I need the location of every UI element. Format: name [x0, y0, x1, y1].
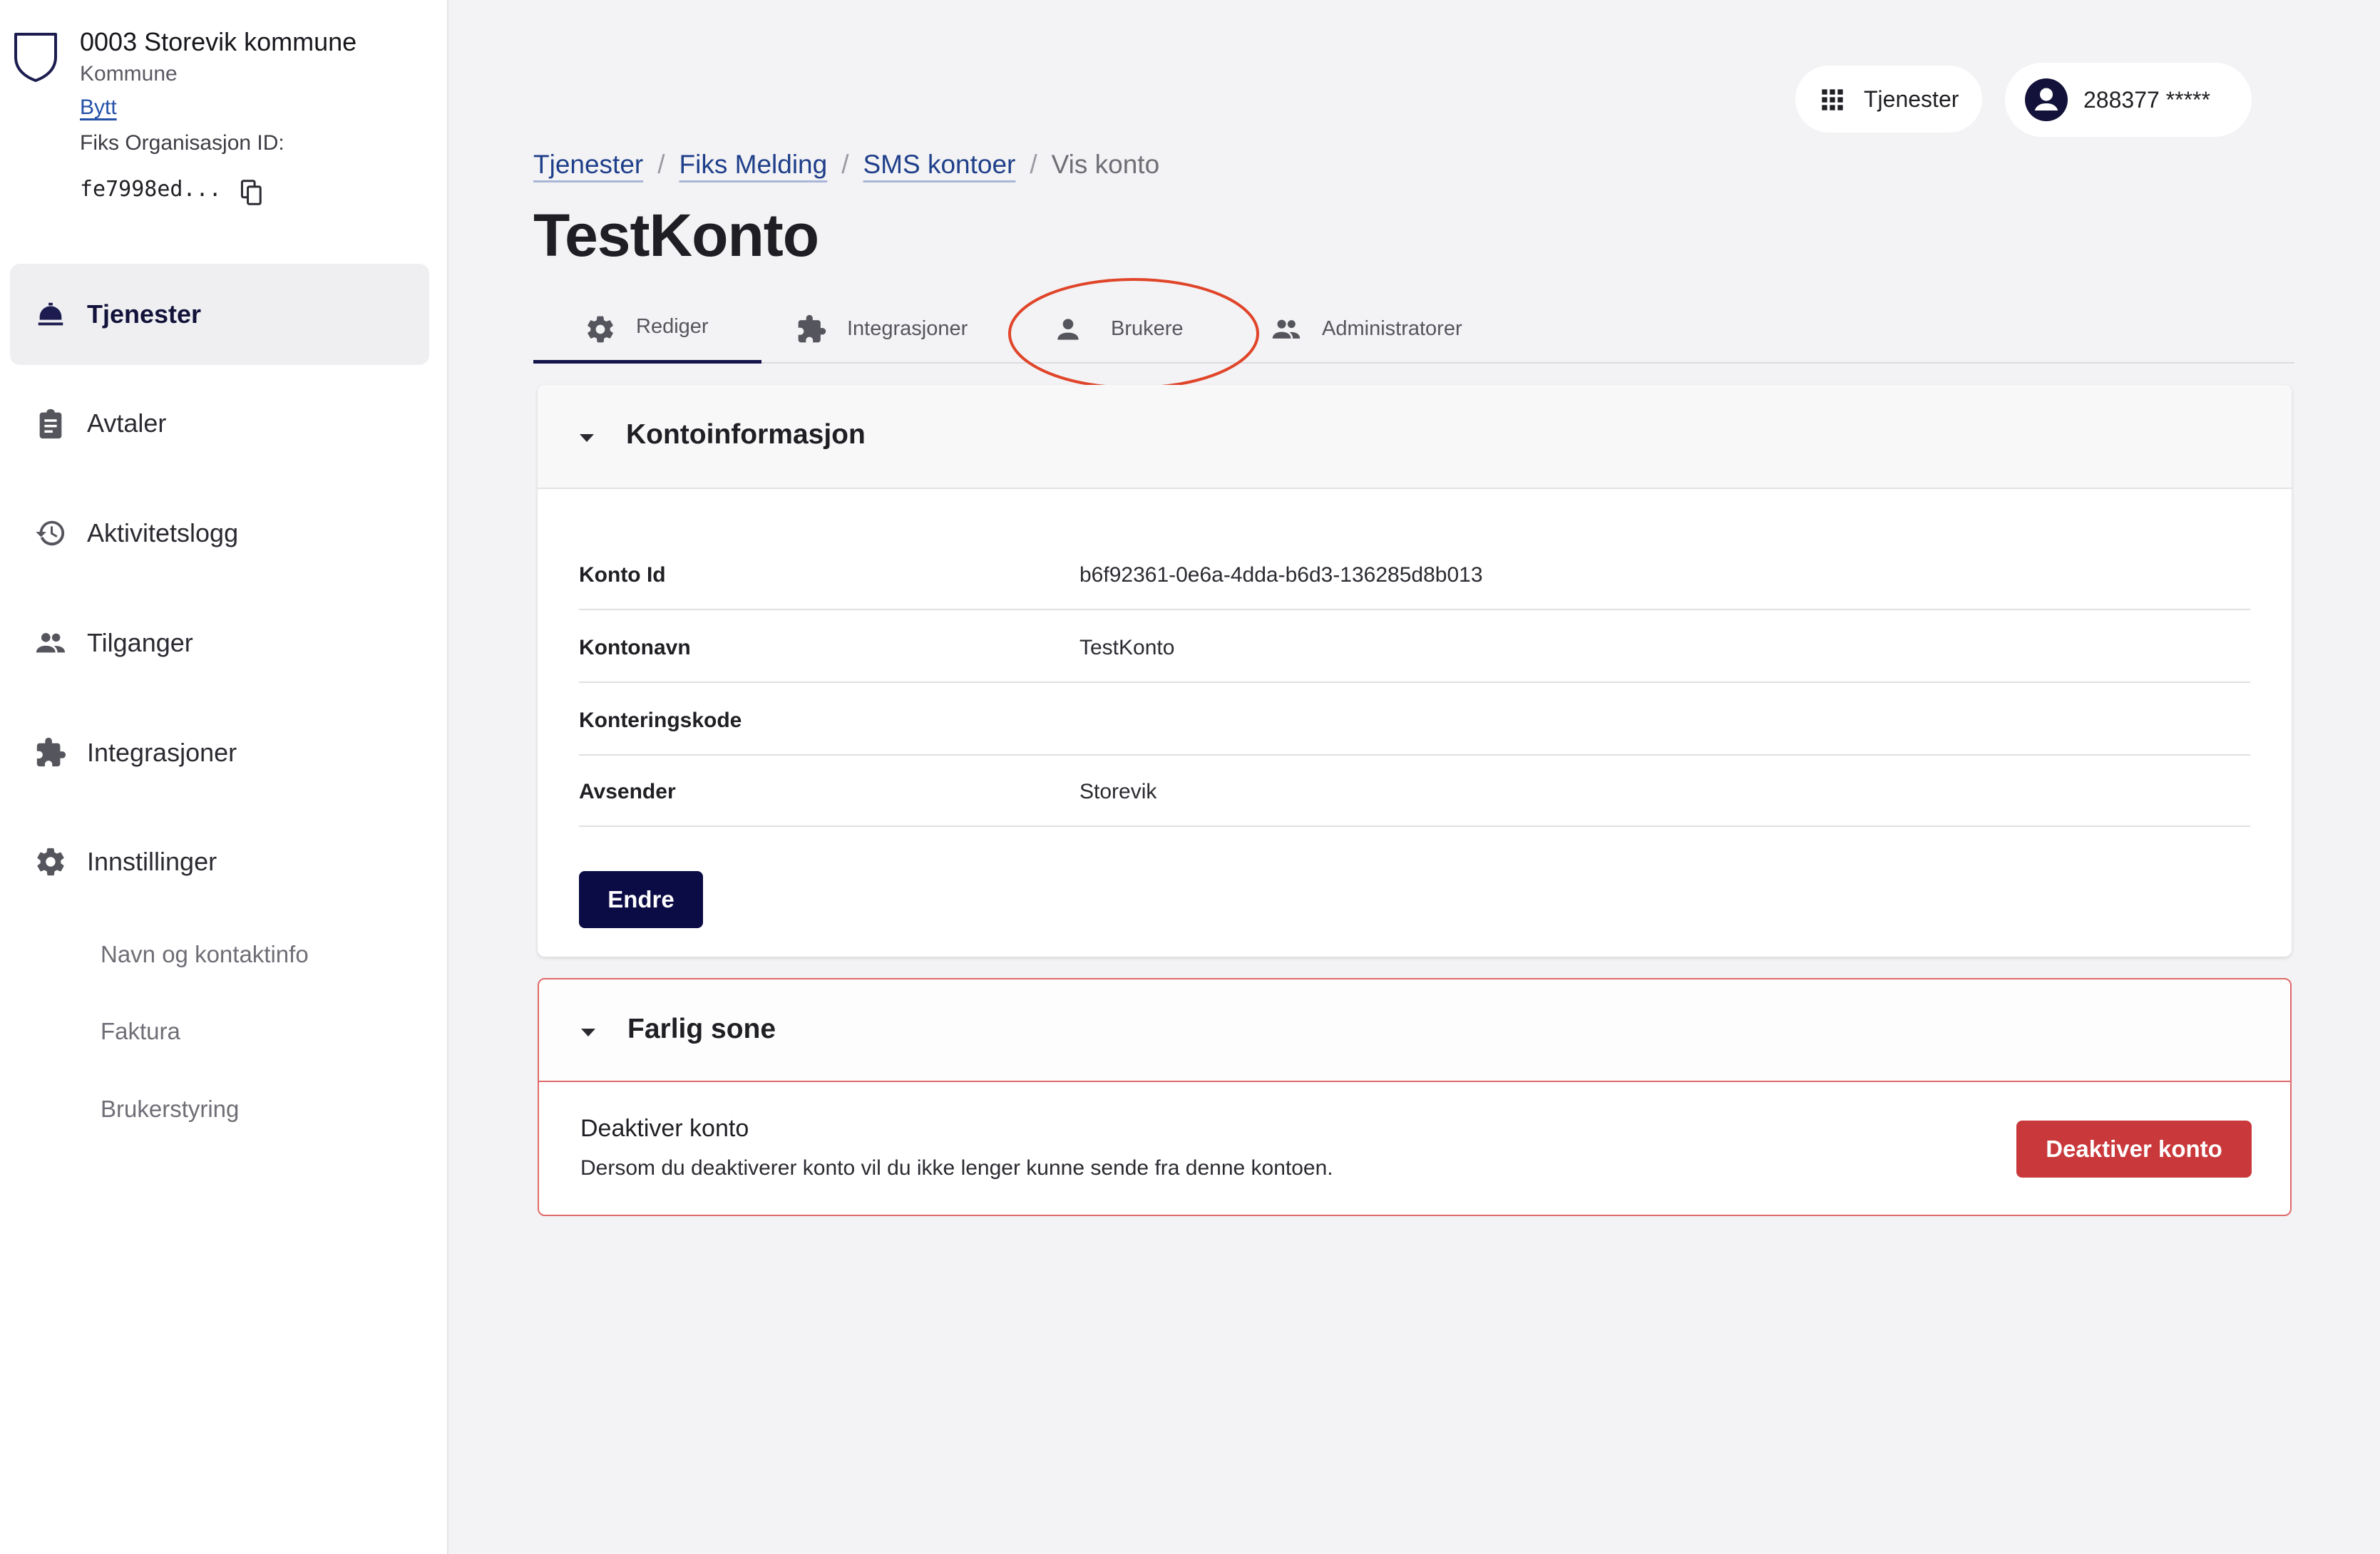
sidebar-item-label: Integrasjoner	[87, 738, 237, 767]
services-menu-button[interactable]: Tjenester	[1795, 66, 1982, 133]
service-bell-icon	[38, 302, 63, 326]
breadcrumb-separator: /	[841, 150, 849, 179]
sidebar-subitem-navn-og-kontaktinfo[interactable]: Navn og kontaktinfo	[101, 941, 309, 968]
switch-org-link[interactable]: Bytt	[80, 96, 117, 120]
sidebar-subitem-brukerstyring[interactable]: Brukerstyring	[101, 1096, 239, 1123]
tab-rediger[interactable]: Rediger	[533, 294, 761, 364]
deactivate-account-button[interactable]: Deaktiver konto	[2016, 1121, 2252, 1178]
deactivate-title: Deaktiver konto	[580, 1115, 749, 1142]
puzzle-icon	[798, 314, 826, 343]
tab-integrasjoner[interactable]: Integrasjoner	[776, 294, 1011, 364]
sidebar-item-label: Tjenester	[87, 299, 202, 329]
sidebar-item-integrasjoner[interactable]: Integrasjoner	[10, 702, 429, 803]
tab-bar: Rediger Integrasjoner Brukere Administra…	[533, 294, 2294, 364]
breadcrumb-link-fiks-melding[interactable]: Fiks Melding	[679, 150, 828, 180]
copy-icon[interactable]	[240, 179, 264, 206]
sidebar-item-avtaler[interactable]: Avtaler	[10, 373, 429, 474]
org-id-label: Fiks Organisasjon ID:	[80, 131, 284, 155]
person-icon	[1057, 319, 1079, 340]
tab-administratorer[interactable]: Administratorer	[1261, 294, 1517, 364]
avatar-icon	[2025, 78, 2068, 121]
info-key: Kontonavn	[579, 636, 691, 659]
breadcrumb-separator: /	[1030, 150, 1037, 179]
sidebar-item-label: Innstillinger	[87, 847, 217, 876]
sidebar: 0003 Storevik kommune Kommune Bytt Fiks …	[0, 0, 448, 1554]
breadcrumb-separator: /	[657, 150, 665, 179]
info-value: Storevik	[1079, 780, 1157, 803]
breadcrumb-link-tjenester[interactable]: Tjenester	[533, 150, 643, 180]
org-id-value: fe7998ed...	[80, 177, 222, 202]
info-key: Konto Id	[579, 563, 666, 587]
puzzle-icon	[36, 737, 66, 767]
sidebar-item-tjenester[interactable]: Tjenester	[10, 264, 429, 365]
info-key: Avsender	[579, 780, 676, 803]
user-menu-label: 288377 *****	[2083, 86, 2210, 113]
info-row-kontonavn: Kontonavn TestKonto	[579, 612, 2250, 683]
org-name: 0003 Storevik kommune	[80, 27, 357, 56]
info-value: TestKonto	[1079, 636, 1175, 659]
info-key: Konteringskode	[579, 709, 742, 732]
breadcrumb: Tjenester / Fiks Melding / SMS kontoer /…	[533, 150, 1159, 180]
tab-label: Brukere	[1111, 317, 1184, 340]
account-info-header[interactable]: Kontoinformasjon	[538, 385, 2292, 489]
breadcrumb-current: Vis konto	[1051, 150, 1160, 179]
people-icon	[36, 633, 66, 653]
tab-label: Rediger	[636, 315, 709, 338]
sidebar-item-label: Aktivitetslogg	[87, 518, 239, 547]
sidebar-item-tilganger[interactable]: Tilganger	[10, 592, 429, 694]
tab-brukere[interactable]: Brukere	[1032, 294, 1239, 364]
breadcrumb-link-sms-kontoer[interactable]: SMS kontoer	[863, 150, 1015, 180]
apps-grid-icon	[1822, 89, 1843, 110]
sidebar-item-innstillinger[interactable]: Innstillinger	[10, 811, 429, 912]
account-info-card: Kontoinformasjon Konto Id b6f92361-0e6a-…	[538, 385, 2292, 957]
people-icon	[1272, 319, 1301, 339]
user-menu-button[interactable]: 288377 *****	[2005, 63, 2252, 137]
deactivate-description: Dersom du deaktiverer konto vil du ikke …	[580, 1156, 1333, 1180]
account-info-title: Kontoinformasjon	[626, 419, 866, 450]
clipboard-icon	[39, 408, 62, 439]
info-row-avsender: Avsender Storevik	[579, 756, 2250, 827]
tab-label: Administratorer	[1322, 317, 1462, 340]
info-row-konteringskode: Konteringskode	[579, 684, 2250, 756]
danger-zone-header[interactable]: Farlig sone	[539, 979, 2290, 1082]
sidebar-item-label: Avtaler	[87, 408, 167, 438]
org-type: Kommune	[80, 62, 178, 86]
info-value: b6f92361-0e6a-4dda-b6d3-136285d8b013	[1079, 563, 1483, 587]
danger-zone-card: Farlig sone Deaktiver konto Dersom du de…	[538, 978, 2292, 1216]
history-icon	[36, 520, 65, 546]
sidebar-subitem-faktura[interactable]: Faktura	[101, 1018, 180, 1045]
caret-down-icon	[580, 434, 594, 442]
info-row-konto-id: Konto Id b6f92361-0e6a-4dda-b6d3-136285d…	[579, 539, 2250, 610]
services-menu-label: Tjenester	[1864, 86, 1959, 112]
gear-icon	[37, 848, 64, 876]
gear-icon	[588, 316, 613, 343]
sidebar-item-aktivitetslogg[interactable]: Aktivitetslogg	[10, 483, 429, 584]
page-title: TestKonto	[533, 202, 819, 269]
shield-icon	[14, 33, 57, 82]
danger-zone-title: Farlig sone	[627, 1014, 776, 1044]
tab-label: Integrasjoner	[847, 317, 968, 340]
sidebar-item-label: Tilganger	[87, 628, 193, 657]
caret-down-icon	[581, 1029, 595, 1036]
edit-button[interactable]: Endre	[579, 871, 703, 928]
